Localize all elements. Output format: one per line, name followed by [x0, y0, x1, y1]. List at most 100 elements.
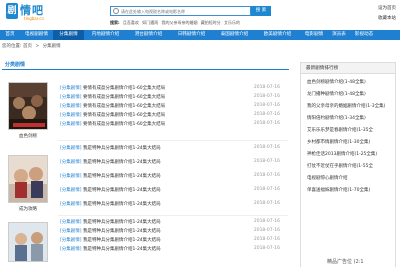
sidebar-item[interactable]: 单喜送福嫁剧情介绍(1-70全集) — [307, 187, 370, 193]
list-item[interactable]: [分集剧情] 我是特种兵分集剧情介绍1-24集大结局 2018-07-16 — [60, 186, 288, 195]
row-title[interactable]: [分集剧情] 要情有成盈分集剧情介绍1-60全集大结局 — [60, 94, 165, 100]
list-item[interactable]: [分集剧情] 要情有成盈分集剧情介绍1-60全集大结局 2018-07-16 — [60, 84, 288, 93]
nav-item-mainland[interactable]: 内地剧情介绍 — [84, 30, 127, 40]
row-tag: [分集剧情] — [60, 220, 82, 225]
section-title-text: 分类剧情 — [5, 62, 26, 68]
row-title[interactable]: [分集剧情] 我是特种兵分集剧情介绍1-24集大结局 — [60, 228, 161, 234]
row-title-text: 我是特种兵分集剧情介绍1-24集大结局 — [82, 160, 161, 165]
list-item[interactable]: [分集剧情] 我是特种兵分集剧情介绍1-24集大结局 2018-07-16 — [60, 144, 288, 153]
sidebar-title-text: 最新剧情排行榜 — [306, 66, 339, 71]
ad-slot-label: 精品广告位 (2:1 — [327, 259, 364, 265]
sidebar-item[interactable]: 电视剧惊心剧情介绍 — [307, 175, 348, 181]
group-divider — [58, 215, 288, 216]
hot-keyword[interactable]: 我的父亲母亲的婚姻 — [161, 20, 197, 25]
row-title[interactable]: [分集剧情] 我是特种兵分集剧情介绍1-24集大结局 — [60, 173, 161, 179]
drama-poster[interactable] — [8, 222, 48, 262]
row-title[interactable]: [分集剧情] 要情有成盈分集剧情介绍1-60全集大结局 — [60, 121, 165, 127]
drama-poster[interactable] — [8, 155, 48, 203]
search-box — [110, 6, 251, 16]
list-item[interactable]: [分集剧情] 我是特种兵分集剧情介绍1-24集大结局 2018-07-16 — [60, 236, 288, 245]
list-item[interactable]: [分集剧情] 我是特种兵分集剧情介绍1-24集大结局 2018-07-16 — [60, 172, 288, 181]
nav-item-episode-plot[interactable]: 分集剧情 — [53, 30, 84, 40]
row-title-text: 我是特种兵分集剧情介绍1-24集大结局 — [82, 229, 161, 234]
list-item[interactable]: [分集剧情] 我是特种兵分集剧情介绍1-24集大结局 2018-07-16 — [60, 218, 288, 227]
sidebar-item[interactable]: 打仗不近仗在乎剧情介绍(1-55全 — [307, 163, 373, 169]
breadcrumb-home[interactable]: 首页 — [23, 44, 32, 49]
row-date: 2018-07-16 — [253, 201, 280, 206]
sidebar-item[interactable]: 神枪佳话2013剧情介绍(1-25全集) — [307, 151, 377, 157]
nav-item-thai[interactable]: 泰国剧情介绍 — [213, 30, 256, 40]
row-tag: [分集剧情] — [60, 122, 82, 127]
sidebar-item[interactable]: 情阳倍约剧情介绍(1-34全集) — [307, 115, 366, 121]
site-logo[interactable]: 剧 情吧 tingbar.cn — [6, 2, 54, 26]
row-date: 2018-07-16 — [253, 112, 280, 117]
hot-keyword[interactable]: 藏拍短时分 — [201, 20, 221, 25]
breadcrumb-prefix: 您的位置: — [2, 44, 22, 49]
nav-item-hktw[interactable]: 港台剧情介绍 — [127, 30, 170, 40]
search-button[interactable]: 搜 索 — [251, 6, 271, 16]
row-title[interactable]: [分集剧情] 我是特种兵分集剧情介绍1-24集大结局 — [60, 145, 161, 151]
list-item[interactable]: [分集剧情] 要情有成盈分集剧情介绍1-60全集大结局 2018-07-16 — [60, 120, 288, 129]
list-item[interactable]: [分集剧情] 我是特种兵分集剧情介绍1-24集大结局 2018-07-16 — [60, 227, 288, 236]
row-date: 2018-07-16 — [253, 237, 280, 242]
hot-keyword[interactable]: 如门遇雨 — [142, 20, 158, 25]
nav-item-cast[interactable]: 演员表 — [329, 30, 349, 40]
sidebar-title: 最新剧情排行榜 — [301, 63, 395, 74]
list-item[interactable]: [分集剧情] 要情有成盈分集剧情介绍1-60全集大结局 2018-07-16 — [60, 111, 288, 120]
poster-caption[interactable]: 血色剑榜 — [2, 133, 54, 139]
row-title[interactable]: [分集剧情] 我是特种兵分集剧情介绍1-24集大结局 — [60, 187, 161, 193]
hot-keyword[interactable]: 且吾喜欢 — [123, 20, 139, 25]
row-title[interactable]: [分集剧情] 我是特种兵分集剧情介绍1-24集大结局 — [60, 159, 161, 165]
nav-item-home[interactable]: 首页 — [0, 30, 20, 40]
sidebar-item[interactable]: 乡村都市情剧情介绍(1-30全集) — [307, 139, 370, 145]
search-input[interactable] — [121, 7, 249, 15]
list-item[interactable]: [分集剧情] 我是特种兵分集剧情介绍1-24集大结局 2018-07-16 — [60, 245, 288, 254]
nav-item-western[interactable]: 欧美剧情介绍 — [256, 30, 299, 40]
row-title[interactable]: [分集剧情] 我是特种兵分集剧情介绍1-24集大结局 — [60, 219, 161, 225]
set-homepage-link[interactable]: 设为首页 — [378, 4, 396, 14]
row-date: 2018-07-16 — [253, 187, 280, 192]
site-header: 剧 情吧 tingbar.cn 搜 索 搜索: 且吾喜欢 如门遇雨 我的父亲母亲… — [0, 0, 400, 30]
main-nav: 首页 电视剧剧情 分集剧情 内地剧情介绍 港台剧情介绍 日韩剧情介绍 泰国剧情介… — [0, 30, 400, 40]
sidebar-item[interactable]: 龙门播种剧情介绍(1-48全集) — [307, 91, 366, 97]
breadcrumb-current[interactable]: 分集剧情 — [43, 44, 61, 49]
row-date: 2018-07-16 — [253, 228, 280, 233]
list-item[interactable]: [分集剧情] 我是特种兵分集剧情介绍1-24集大结局 2018-07-16 — [60, 200, 288, 209]
poster-caption[interactable]: 成为攻略 — [2, 206, 54, 212]
poster-image — [9, 83, 47, 129]
drama-poster[interactable] — [8, 82, 48, 130]
sidebar-item[interactable]: 我的父亲母亲的婚姻剧情介绍(1-3全集) — [307, 103, 385, 109]
row-title-text: 要情有成盈分集剧情介绍1-60全集大结局 — [82, 86, 166, 91]
list-item[interactable]: [分集剧情] 要情有成盈分集剧情介绍1-60全集大结局 2018-07-16 — [60, 102, 288, 111]
list-item[interactable]: [分集剧情] 我是特种兵分集剧情介绍1-24集大结局 2018-07-16 — [60, 158, 288, 167]
row-title[interactable]: [分集剧情] 我是特种兵分集剧情介绍1-24集大结局 — [60, 246, 161, 252]
nav-item-jpkr[interactable]: 日韩剧情介绍 — [170, 30, 213, 40]
row-date: 2018-07-16 — [253, 94, 280, 99]
row-title[interactable]: [分集剧情] 我是特种兵分集剧情介绍1-24集大结局 — [60, 201, 161, 207]
bookmark-link[interactable]: 收藏本站 — [378, 14, 396, 24]
hot-keyword[interactable]: 艾乐乐的 — [224, 20, 240, 25]
nav-item-tv-plot[interactable]: 电视剧剧情 — [20, 30, 53, 40]
sidebar-item[interactable]: 血色剑榜剧情介绍(1-48全集) — [307, 79, 366, 85]
row-title-text: 我是特种兵分集剧情介绍1-24集大结局 — [82, 202, 161, 207]
row-title[interactable]: [分集剧情] 要情有成盈分集剧情介绍1-60全集大结局 — [60, 103, 165, 109]
list-item[interactable]: [分集剧情] 要情有成盈分集剧情介绍1-60全集大结局 2018-07-16 — [60, 93, 288, 102]
row-date: 2018-07-16 — [253, 145, 280, 150]
row-title[interactable]: [分集剧情] 要情有成盈分集剧情介绍1-60全集大结局 — [60, 85, 165, 91]
row-title-text: 我是特种兵分集剧情介绍1-24集大结局 — [82, 146, 161, 151]
row-title[interactable]: [分集剧情] 要情有成盈分集剧情介绍1-60全集大结局 — [60, 112, 165, 118]
poster-image — [9, 156, 47, 202]
row-title[interactable]: [分集剧情] 我是特种兵分集剧情介绍1-24集大结局 — [60, 237, 161, 243]
row-tag: [分集剧情] — [60, 113, 82, 118]
row-tag: [分集剧情] — [60, 86, 82, 91]
row-title-text: 要情有成盈分集剧情介绍1-60全集大结局 — [82, 113, 166, 118]
row-date: 2018-07-16 — [253, 246, 280, 251]
nav-item-movie[interactable]: 电影剧情 — [299, 30, 329, 40]
logo-badge: 剧 — [6, 3, 18, 19]
sidebar-item[interactable]: 艾乐乐乐梦是春剧情介绍(1-35全 — [307, 127, 373, 133]
row-date: 2018-07-16 — [253, 219, 280, 224]
row-date: 2018-07-16 — [253, 121, 280, 126]
row-date: 2018-07-16 — [253, 85, 280, 90]
row-tag: [分集剧情] — [60, 202, 82, 207]
nav-item-news[interactable]: 影视动态 — [349, 30, 379, 40]
